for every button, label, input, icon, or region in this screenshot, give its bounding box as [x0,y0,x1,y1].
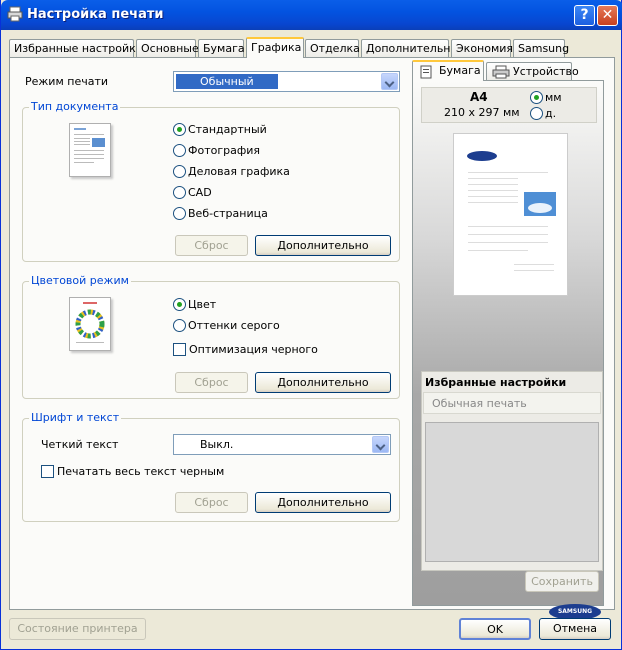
close-button[interactable]: ✕ [597,5,618,26]
tab-economy[interactable]: Экономия [451,39,513,58]
color-reset-button[interactable]: Сброс [175,372,248,393]
unit-mm-radio[interactable]: мм [530,91,562,105]
black-optimization-checkbox[interactable]: Оптимизация черного [173,343,318,357]
radio-dot-icon [173,319,186,332]
tab-graphics[interactable]: Графика [246,37,304,58]
favorites-title: Избранные настройки [425,376,567,389]
print-settings-window: Настройка печати ? ✕ Избранные настройки… [0,0,622,650]
print-mode-label: Режим печати [25,75,109,88]
document-thumbnail [69,123,111,177]
radio-dot-icon [173,144,186,157]
page-preview [453,133,568,296]
printer-status-button[interactable]: Состояние принтера [9,618,146,640]
chevron-down-icon[interactable] [381,73,398,90]
radio-cad[interactable]: CAD [173,186,212,200]
font-advanced-button[interactable]: Дополнительно [255,492,391,513]
tab-bar: Избранные настройки Основные Бумага Граф… [9,37,619,58]
graphics-panel: Режим печати Обычный Тип документа Станд… [9,57,615,620]
favorites-select[interactable]: Обычная печать [423,392,601,414]
print-all-black-checkbox[interactable]: Печатать весь текст черным [41,465,224,479]
doc-type-reset-button[interactable]: Сброс [175,235,248,256]
doc-type-group: Тип документа Стандартный Фотография Дел [22,100,400,262]
preview-panel: A4 210 x 297 мм мм д. Избранные настройк… [412,80,604,620]
title-bar[interactable]: Настройка печати ? ✕ [1,0,622,30]
tab-finishing[interactable]: Отделка [305,39,360,58]
favorites-list[interactable] [425,422,599,562]
tab-samsung[interactable]: Samsung [513,39,569,58]
clear-text-label: Четкий текст [41,438,119,451]
radio-dot-icon [530,91,543,104]
unit-mm-label: мм [545,91,562,104]
tab-preview-device[interactable]: Устройство [486,62,579,81]
clear-text-select[interactable]: Выкл. [173,434,391,455]
tab-favorites[interactable]: Избранные настройки [9,39,143,58]
cancel-button[interactable]: Отмена [539,618,611,640]
radio-grayscale[interactable]: Оттенки серого [173,319,280,333]
tab-basic[interactable]: Основные [136,39,199,58]
color-wheel-icon [75,302,105,343]
checkbox-icon [41,465,54,478]
save-button[interactable]: Сохранить [525,571,599,592]
ok-button[interactable]: OK [459,618,531,640]
print-mode-select[interactable]: Обычный [173,71,400,92]
radio-cad-label: CAD [188,186,212,199]
page-preview-image [467,151,556,271]
paper-name: A4 [470,90,488,104]
font-text-title: Шрифт и текст [29,411,122,424]
tab-preview-paper[interactable]: Бумага [412,60,484,81]
favorites-box: Избранные настройки Обычная печать [421,371,603,571]
radio-dot-icon [173,298,186,311]
color-mode-group: Цветовой режим Цвет Оттенки серого Оптим… [22,274,400,399]
clear-text-value: Выкл. [200,438,234,451]
window-title: Настройка печати [27,7,164,22]
radio-grayscale-label: Оттенки серого [188,319,280,332]
radio-dot-icon [173,165,186,178]
radio-business-graphics-label: Деловая графика [188,165,290,178]
color-mode-title: Цветовой режим [29,274,131,287]
font-text-group: Шрифт и текст Четкий текст Выкл. Печатат… [22,411,400,522]
radio-dot-icon [173,207,186,220]
radio-photo[interactable]: Фотография [173,144,260,158]
paper-info: A4 210 x 297 мм мм д. [421,87,597,123]
print-all-black-label: Печатать весь текст черным [57,465,225,478]
radio-color-label: Цвет [188,298,217,311]
radio-photo-label: Фотография [188,144,261,157]
tab-paper[interactable]: Бумага [198,39,245,58]
page-icon [420,65,432,79]
radio-dot-icon [530,107,543,120]
black-optimization-label: Оптимизация черного [189,343,318,356]
color-thumbnail [69,297,111,351]
paper-size: 210 x 297 мм [444,106,520,119]
favorites-value: Обычная печать [432,397,527,410]
checkbox-icon [173,343,186,356]
print-mode-value: Обычный [176,74,278,89]
printer-icon [7,6,23,22]
radio-business-graphics[interactable]: Деловая графика [173,165,290,179]
printer-icon [492,65,510,79]
color-advanced-button[interactable]: Дополнительно [255,372,391,393]
unit-inch-label: д. [545,107,557,120]
radio-color[interactable]: Цвет [173,298,216,312]
doc-type-advanced-button[interactable]: Дополнительно [255,235,391,256]
radio-web-page[interactable]: Веб-страница [173,207,268,221]
radio-dot-icon [173,186,186,199]
tab-preview-paper-label: Бумага [439,64,481,77]
document-preview-icon [74,128,105,163]
radio-dot-icon [173,123,186,136]
radio-standard[interactable]: Стандартный [173,123,267,137]
radio-standard-label: Стандартный [188,123,267,136]
doc-type-title: Тип документа [29,100,121,113]
font-reset-button[interactable]: Сброс [175,492,248,513]
unit-inch-radio[interactable]: д. [530,107,556,121]
radio-web-page-label: Веб-страница [188,207,268,220]
chevron-down-icon[interactable] [372,436,389,453]
tab-preview-device-label: Устройство [513,65,579,78]
help-button[interactable]: ? [574,5,595,26]
tab-advanced[interactable]: Дополнительно [361,39,457,58]
